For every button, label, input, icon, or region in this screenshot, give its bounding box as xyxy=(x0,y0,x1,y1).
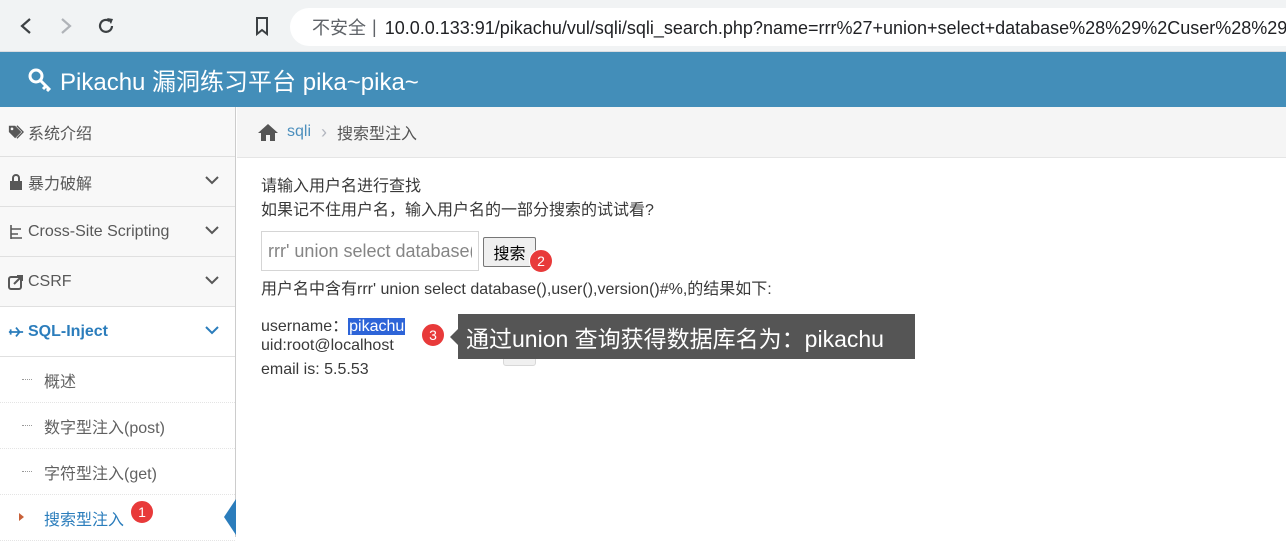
url-separator: | xyxy=(372,16,377,37)
sidebar: 系统介绍 暴力破解 Cross-Site Scripting CSRF SQL-… xyxy=(0,107,236,541)
back-button[interactable] xyxy=(12,12,40,40)
app-title[interactable]: Pikachu 漏洞练习平台 pika~pika~ xyxy=(60,62,419,97)
tags-icon xyxy=(8,124,24,140)
prompt-line-1: 请输入用户名进行查找 xyxy=(261,178,422,195)
sidebar-item-label: CSRF xyxy=(28,272,72,290)
browser-toolbar: 不安全 | 10.0.0.133:91/pikachu/vul/sqli/sql… xyxy=(0,0,1286,52)
chevron-down-icon xyxy=(205,226,219,235)
reload-icon xyxy=(98,18,114,33)
reload-button[interactable] xyxy=(92,12,120,40)
chevron-up-icon xyxy=(205,326,219,335)
sitemap-icon xyxy=(8,224,24,240)
annotation-badge-1: 1 xyxy=(130,500,154,524)
username-value: pikachu xyxy=(348,318,406,335)
breadcrumb-current: 搜索型注入 xyxy=(337,126,418,143)
sidebar-item-label: SQL-Inject xyxy=(28,322,109,340)
active-indicator xyxy=(224,499,236,535)
result-uid: uid:root@localhost xyxy=(261,337,394,354)
address-bar[interactable]: 不安全 | 10.0.0.133:91/pikachu/vul/sqli/sql… xyxy=(290,8,1286,46)
chevron-down-icon xyxy=(205,176,219,185)
app-header: Pikachu 漏洞练习平台 pika~pika~ xyxy=(0,52,1286,107)
breadcrumb-link-sqli[interactable]: sqli xyxy=(287,123,311,141)
annotation-badge-2: 2 xyxy=(529,249,553,273)
lock-icon xyxy=(8,173,24,190)
bookmark-button[interactable] xyxy=(248,12,276,40)
sub-item-overview[interactable]: 概述 xyxy=(0,357,235,403)
home-icon[interactable] xyxy=(257,122,279,142)
annotation-tooltip: 通过union 查询获得数据库名为：pikachu xyxy=(450,314,915,359)
back-arrow-icon xyxy=(20,18,31,34)
result-summary: 用户名中含有rrr' union select database(),user(… xyxy=(261,281,772,298)
sidebar-item-label: 暴力破解 xyxy=(28,175,93,193)
insecure-label: 不安全 xyxy=(312,18,366,38)
result-username-row: username：pikachu xyxy=(261,312,406,336)
sidebar-item-csrf[interactable]: CSRF xyxy=(0,257,235,307)
sub-item-label: 数字型注入(post) xyxy=(44,419,165,437)
sidebar-item-label: 系统介绍 xyxy=(28,125,93,143)
breadcrumb: sqli › 搜索型注入 xyxy=(237,107,1286,158)
sidebar-item-sqli[interactable]: SQL-Inject xyxy=(0,307,235,357)
sidebar-item-bruteforce[interactable]: 暴力破解 xyxy=(0,157,235,207)
share-icon xyxy=(8,274,24,290)
username-label: username： xyxy=(261,318,349,335)
sub-item-search-inject[interactable]: 搜索型注入 1 xyxy=(0,495,236,541)
prompt-line-2: 如果记不住用户名，输入用户名的一部分搜索的试试看? xyxy=(261,202,654,219)
sidebar-item-label: Cross-Site Scripting xyxy=(28,222,170,240)
url-text: 10.0.0.133:91/pikachu/vul/sqli/sqli_sear… xyxy=(384,18,1286,38)
sub-item-numeric-post[interactable]: 数字型注入(post) xyxy=(0,403,235,449)
result-email: email is: 5.5.53 xyxy=(261,361,369,378)
sub-item-label: 字符型注入(get) xyxy=(44,465,157,483)
sub-item-string-get[interactable]: 字符型注入(get) xyxy=(0,449,235,495)
sub-item-label: 概述 xyxy=(44,373,77,391)
forward-button[interactable] xyxy=(52,12,80,40)
annotation-badge-3: 3 xyxy=(421,323,445,347)
sidebar-item-intro[interactable]: 系统介绍 xyxy=(0,107,235,157)
breadcrumb-separator: › xyxy=(321,121,328,142)
search-input[interactable] xyxy=(261,231,479,271)
key-icon xyxy=(28,68,52,92)
bookmark-icon xyxy=(256,17,268,36)
forward-arrow-icon xyxy=(61,18,72,34)
search-button[interactable]: 搜索 xyxy=(483,237,536,267)
chevron-down-icon xyxy=(205,276,219,285)
sidebar-item-xss[interactable]: Cross-Site Scripting xyxy=(0,207,235,257)
plane-icon xyxy=(8,324,24,340)
sub-item-label: 搜索型注入 xyxy=(44,511,125,529)
